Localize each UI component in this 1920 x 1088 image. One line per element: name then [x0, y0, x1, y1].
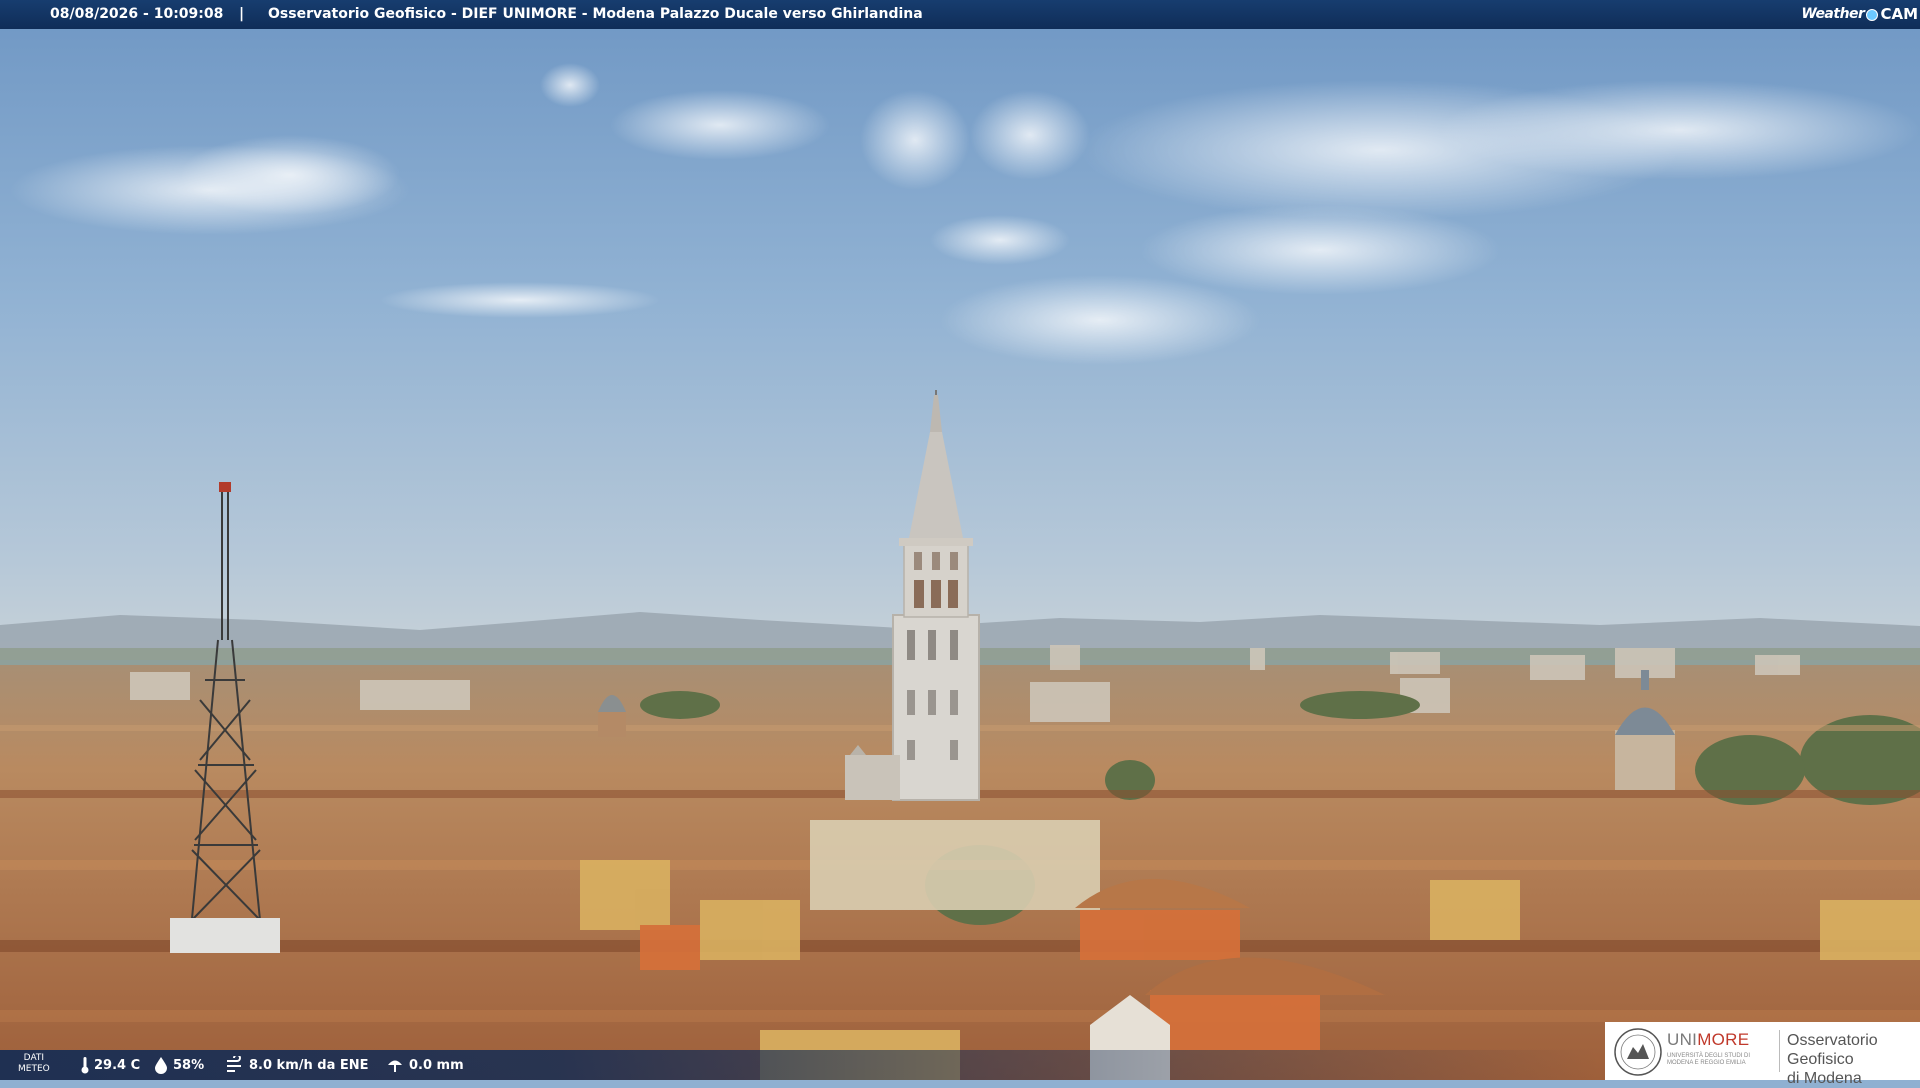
camera-title: Osservatorio Geofisico - DIEF UNIMORE - … [268, 6, 923, 22]
humidity-value: 58% [173, 1057, 205, 1073]
brand-suffix: CAM [1880, 5, 1918, 23]
humidity-drop-icon [155, 1057, 167, 1074]
thermometer-icon [81, 1057, 89, 1074]
weathercam-logo: Weather CAM [1801, 3, 1918, 26]
header-separator: | [239, 6, 245, 22]
logo-divider [1779, 1030, 1780, 1072]
observatory-name: Osservatorio Geofisico di Modena [1787, 1032, 1878, 1087]
rain-reading: 0.0 mm [385, 1056, 464, 1074]
rain-value: 0.0 mm [409, 1057, 464, 1073]
weather-data-label: DATI METEO [18, 1053, 50, 1074]
temperature-reading: 29.4 C [80, 1056, 140, 1074]
unimore-seal-icon [1614, 1028, 1662, 1076]
unimore-wordmark: UNIMORE [1667, 1030, 1750, 1049]
webcam-photo-modena [0, 0, 1920, 1080]
brand-dot-icon [1866, 8, 1879, 21]
humidity-reading: 58% [153, 1056, 204, 1074]
wind-value: 8.0 km/h da ENE [249, 1057, 369, 1073]
wind-icon [227, 1056, 241, 1072]
unimore-subtitle: UNIVERSITÀ DEGLI STUDI DI MODENA E REGGI… [1667, 1053, 1751, 1066]
weather-data-bar: DATI METEO 29.4 C 58% 8.0 km/h da ENE 0.… [0, 1050, 1600, 1080]
timestamp: 08/08/2026 - 10:09:08 [50, 6, 224, 22]
wind-reading: 8.0 km/h da ENE [225, 1056, 369, 1074]
brand-prefix: Weather [1801, 6, 1865, 22]
unimore-observatory-logo: UNIMORE UNIVERSITÀ DEGLI STUDI DI MODENA… [1605, 1022, 1920, 1087]
rain-gauge-icon [388, 1060, 402, 1072]
temperature-value: 29.4 C [94, 1057, 141, 1073]
camera-header-bar: 08/08/2026 - 10:09:08 | Osservatorio Geo… [0, 0, 1920, 29]
